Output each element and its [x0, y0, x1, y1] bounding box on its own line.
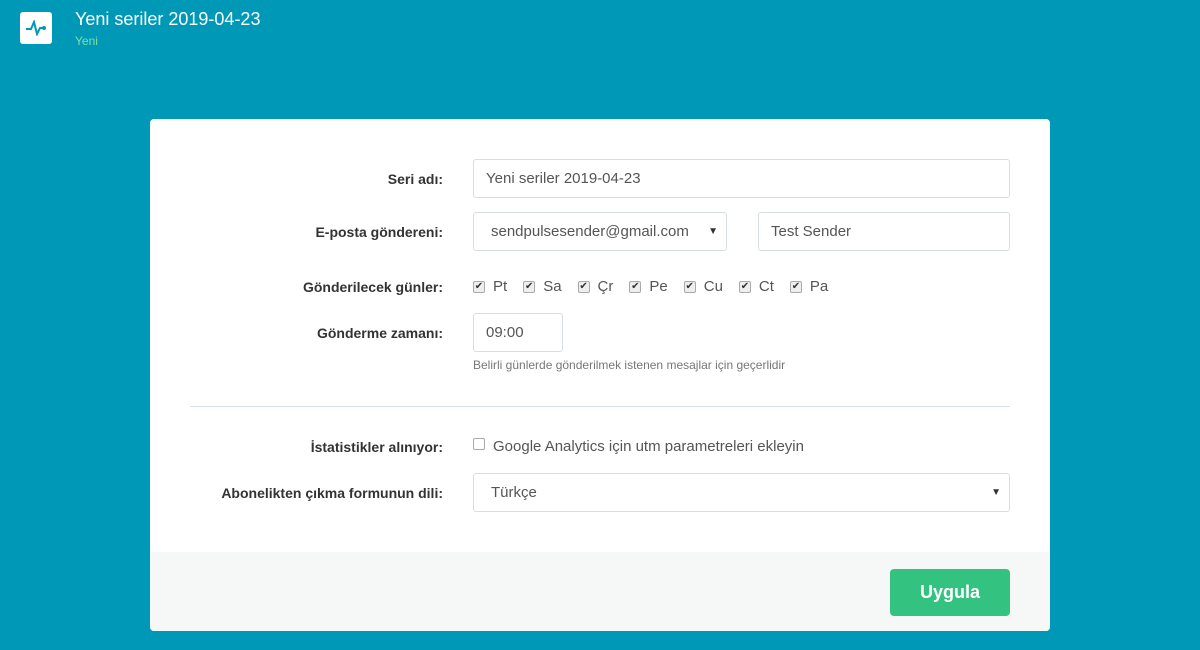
unsub-language-label: Abonelikten çıkma formunun dili:	[221, 485, 443, 501]
day-checkbox-pa[interactable]: ✔ Pa	[789, 278, 829, 295]
day-checkbox-pe[interactable]: ✔ Pe	[629, 278, 668, 295]
checkbox-checked-icon: ✔	[683, 280, 696, 293]
sender-name-input[interactable]: Test Sender	[758, 212, 1010, 251]
chevron-down-icon: ▼	[991, 487, 1001, 498]
checkbox-checked-icon: ✔	[473, 280, 485, 293]
checkbox-checked-icon: ✔	[577, 280, 590, 293]
day-label: Cu	[703, 278, 723, 295]
time-hint: Belirli günlerde gönderilmek istenen mes…	[473, 358, 786, 372]
chevron-down-icon: ▼	[708, 226, 718, 237]
series-name-label: Seri adı:	[387, 171, 443, 187]
status-label: Yeni	[75, 34, 98, 48]
day-label: Ct	[758, 278, 774, 295]
sender-label: E-posta göndereni:	[315, 224, 443, 240]
page-title: Yeni seriler 2019-04-23	[75, 9, 261, 29]
unsub-language-select[interactable]: Türkçe ▼	[473, 473, 1010, 512]
days-label: Gönderilecek günler:	[302, 279, 443, 295]
time-input[interactable]: 09:00	[473, 313, 563, 352]
day-label: Pt	[493, 278, 508, 295]
time-label: Gönderme zamanı:	[316, 325, 443, 341]
day-checkbox-cu[interactable]: ✔ Cu	[683, 278, 723, 295]
settings-card: Seri adı: Yeni seriler 2019-04-23 E-post…	[150, 119, 1050, 631]
sender-email-value: sendpulsesender@gmail.com	[491, 223, 689, 240]
stats-label: İstatistikler alınıyor:	[310, 439, 443, 455]
checkbox-unchecked-icon	[473, 438, 485, 450]
card-footer: Uygula	[150, 552, 1050, 631]
utm-checkbox-label: Google Analytics için utm parametreleri …	[493, 438, 804, 455]
day-checkbox-ct[interactable]: ✔ Ct	[738, 278, 774, 295]
series-name-input[interactable]: Yeni seriler 2019-04-23	[473, 159, 1010, 198]
unsub-language-value: Türkçe	[491, 484, 537, 501]
utm-checkbox[interactable]: Google Analytics için utm parametreleri …	[473, 438, 804, 455]
day-label: Sa	[543, 278, 562, 295]
day-label: Çr	[597, 278, 614, 295]
days-group: ✔ Pt ✔ Sa ✔ Çr ✔ Pe ✔ Cu ✔ Ct ✔ Pa	[473, 278, 844, 295]
sender-email-select[interactable]: sendpulsesender@gmail.com ▼	[473, 212, 727, 251]
checkbox-checked-icon: ✔	[629, 280, 642, 293]
day-label: Pe	[649, 278, 668, 295]
checkbox-checked-icon: ✔	[523, 280, 536, 293]
checkbox-checked-icon: ✔	[738, 280, 751, 293]
day-checkbox-pt[interactable]: ✔ Pt	[473, 278, 507, 295]
apply-button[interactable]: Uygula	[890, 569, 1010, 616]
app-logo	[20, 12, 52, 44]
day-checkbox-cr[interactable]: ✔ Çr	[577, 278, 614, 295]
day-label: Pa	[809, 278, 829, 295]
day-checkbox-sa[interactable]: ✔ Sa	[523, 278, 562, 295]
pulse-icon	[26, 20, 46, 36]
checkbox-checked-icon: ✔	[789, 280, 802, 293]
divider	[190, 406, 1010, 407]
